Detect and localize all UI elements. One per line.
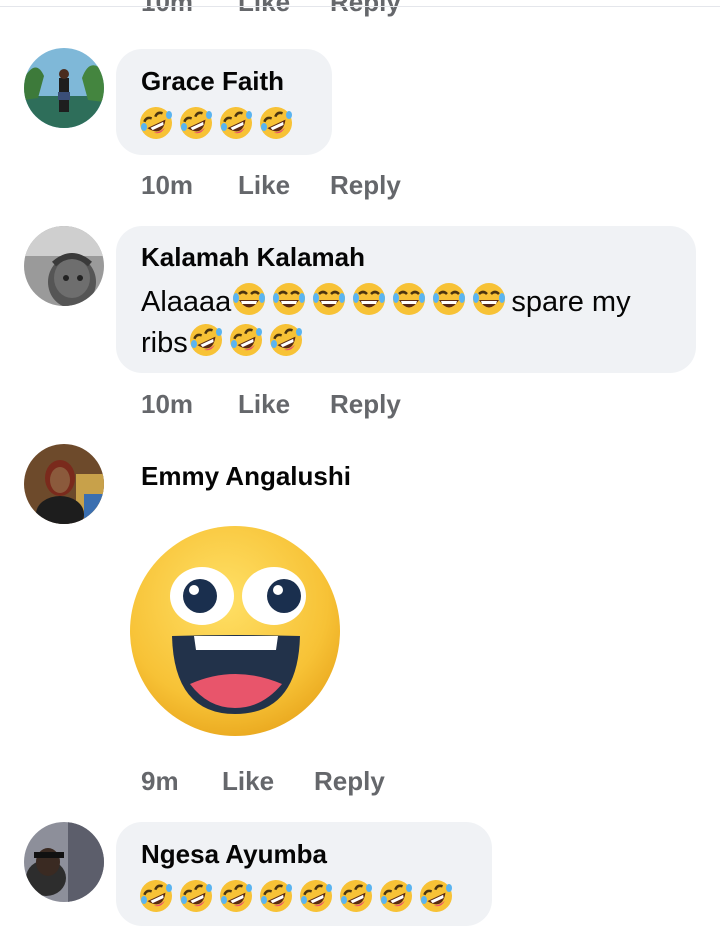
rofl-emoji: [218, 105, 256, 141]
comment-text: [138, 105, 298, 147]
avatar[interactable]: [24, 444, 104, 524]
rofl-emoji: [268, 322, 306, 358]
rofl-emoji: [418, 878, 456, 914]
comment-time: 10m: [141, 170, 194, 200]
joy-emoji: [231, 281, 269, 317]
comment-author[interactable]: Kalamah Kalamah: [141, 242, 365, 273]
like-button[interactable]: Like: [238, 0, 290, 17]
rofl-emoji: [258, 878, 296, 914]
previous-comment-actions: 10m Like Reply: [0, 0, 720, 17]
rofl-emoji: [378, 878, 416, 914]
divider: [0, 6, 720, 7]
comment-text: spare my: [511, 286, 631, 318]
like-button[interactable]: Like: [238, 170, 290, 201]
comment-time: 10m: [141, 389, 194, 419]
rofl-emoji: [178, 878, 216, 914]
reply-button[interactable]: Reply: [330, 389, 401, 420]
joy-emoji: [391, 281, 429, 317]
rofl-emoji: [138, 878, 176, 914]
joy-emoji: [431, 281, 469, 317]
joy-emoji: [311, 281, 349, 317]
joy-emoji: [271, 281, 309, 317]
avatar[interactable]: [24, 822, 104, 902]
comment-text: ribs: [141, 327, 188, 359]
comment-time: 9m: [141, 766, 179, 796]
grinning-face-sticker: [128, 524, 342, 738]
like-button[interactable]: Like: [238, 389, 290, 420]
rofl-emoji: [188, 322, 226, 358]
comment-text-line: Alaaaa spare my: [141, 281, 631, 323]
comment-text: [138, 878, 458, 920]
rofl-emoji: [258, 105, 296, 141]
comment-author[interactable]: Ngesa Ayumba: [141, 839, 327, 870]
comment-author[interactable]: Grace Faith: [141, 66, 284, 97]
comment-bubble: Kalamah Kalamah Alaaaa spare my ribs: [116, 226, 696, 373]
comment-bubble: Grace Faith: [116, 49, 332, 155]
rofl-emoji: [138, 105, 176, 141]
rofl-emoji: [218, 878, 256, 914]
comment-author[interactable]: Emmy Angalushi: [141, 461, 351, 492]
joy-emoji: [351, 281, 389, 317]
comment-text: Alaaaa: [141, 286, 232, 318]
avatar[interactable]: [24, 48, 104, 128]
rofl-emoji: [228, 322, 266, 358]
rofl-emoji: [338, 878, 376, 914]
comment-text-line: ribs: [141, 322, 308, 364]
joy-emoji: [471, 281, 509, 317]
rofl-emoji: [298, 878, 336, 914]
rofl-emoji: [178, 105, 216, 141]
comment-time: 10m: [141, 0, 194, 17]
like-button[interactable]: Like: [222, 766, 274, 797]
comment-bubble: Ngesa Ayumba: [116, 822, 492, 926]
reply-button[interactable]: Reply: [314, 766, 385, 797]
reply-button[interactable]: Reply: [330, 0, 401, 17]
reply-button[interactable]: Reply: [330, 170, 401, 201]
avatar[interactable]: [24, 226, 104, 306]
